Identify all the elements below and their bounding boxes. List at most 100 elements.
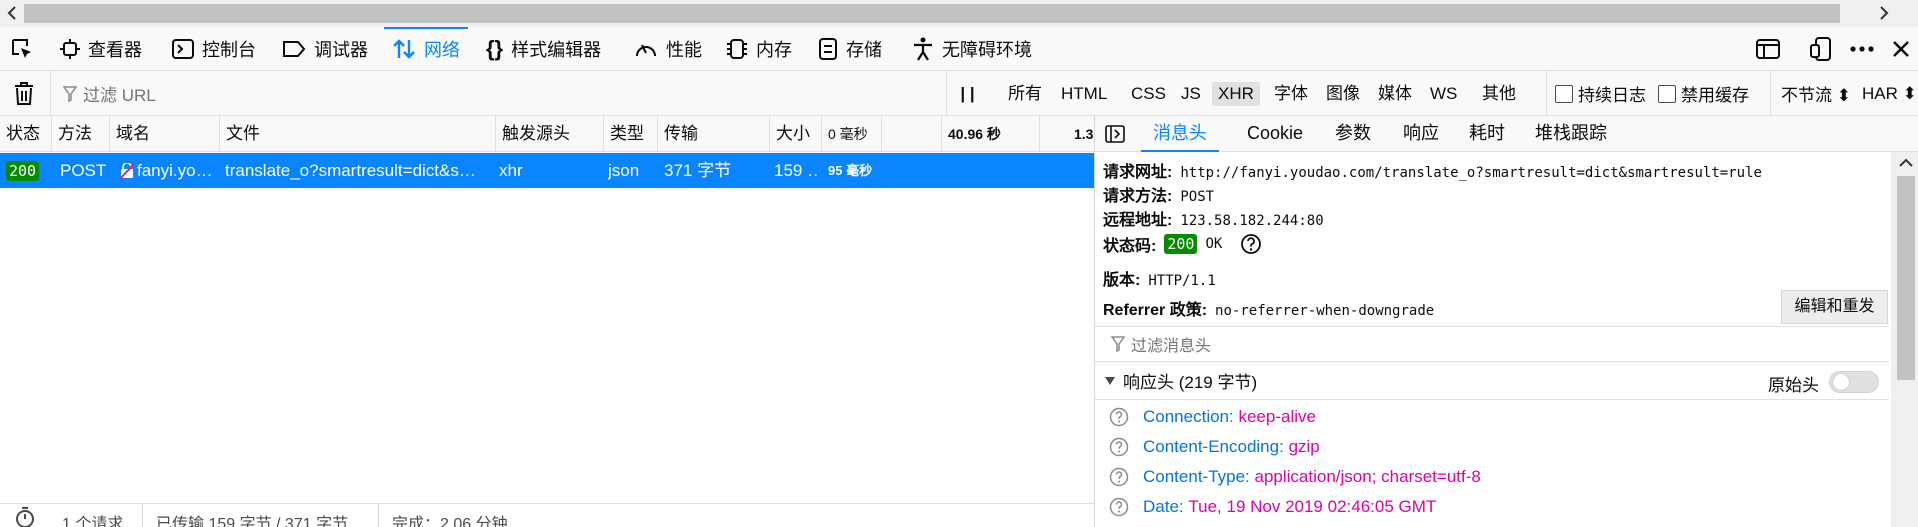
clear-requests-button[interactable] — [14, 71, 34, 116]
tab-performance[interactable]: 性能 — [634, 27, 702, 71]
request-url-label: 请求网址: — [1103, 164, 1173, 181]
help-icon[interactable] — [1109, 407, 1129, 427]
url-filter-input[interactable]: 过滤 URL — [50, 71, 940, 116]
trash-icon — [14, 81, 34, 106]
header-name: Content-Type: — [1143, 467, 1250, 486]
network-filter-bar: 过滤 URL | | 所有 HTML CSS JS XHR 字体 图像 媒体 W… — [0, 71, 1918, 116]
status-text: OK — [1205, 236, 1223, 252]
header-name: Date: — [1143, 497, 1184, 516]
element-picker-button[interactable] — [10, 27, 34, 71]
help-icon[interactable] — [1240, 233, 1262, 255]
memory-icon — [726, 37, 748, 61]
column-domain[interactable]: 域名 — [110, 116, 220, 152]
row-method: POST — [60, 161, 107, 180]
type-filter-other[interactable]: 其他 — [1476, 82, 1522, 106]
filter-icon — [1111, 336, 1125, 352]
tab-stack-trace[interactable]: 堆栈跟踪 — [1527, 116, 1615, 152]
headers-filter-input[interactable]: 过滤消息头 — [1095, 326, 1889, 362]
details-scrollbar[interactable] — [1891, 152, 1918, 527]
column-type[interactable]: 类型 — [604, 116, 658, 152]
row-domain: fanyi.yo… — [120, 153, 213, 188]
type-filter-css[interactable]: CSS — [1125, 82, 1172, 106]
scroll-right-icon[interactable] — [1874, 3, 1894, 23]
row-cause: xhr — [499, 161, 523, 180]
persist-logs-label: 持续日志 — [1578, 86, 1646, 105]
raw-headers-toggle[interactable] — [1829, 371, 1879, 393]
type-filter-all[interactable]: 所有 — [1002, 82, 1048, 106]
har-menu-button[interactable]: HAR ⬍ — [1862, 71, 1917, 116]
scroll-left-icon[interactable] — [2, 3, 22, 23]
pause-recording-button[interactable]: | | — [946, 71, 988, 116]
tab-params[interactable]: 参数 — [1327, 116, 1379, 152]
horizontal-scrollbar[interactable] — [0, 0, 1918, 27]
request-url-line: 请求网址: http://fanyi.youdao.com/translate_o… — [1103, 158, 1762, 182]
help-icon[interactable] — [1109, 467, 1129, 487]
console-icon — [172, 39, 194, 59]
finish-time: 完成：2.06 分钟 — [392, 516, 508, 527]
scrollbar-thumb[interactable] — [24, 4, 1840, 23]
har-label: HAR ⬍ — [1862, 83, 1917, 103]
tab-cookies[interactable]: Cookie — [1239, 116, 1311, 152]
more-options-button[interactable] — [1850, 27, 1874, 71]
storage-icon — [818, 37, 838, 61]
column-transferred[interactable]: 传输 — [658, 116, 770, 152]
help-icon[interactable] — [1109, 497, 1129, 517]
dock-button[interactable] — [1756, 27, 1780, 71]
accessibility-icon — [912, 37, 934, 61]
performance-icon — [634, 38, 658, 60]
header-value: Tue, 19 Nov 2019 02:46:05 GMT — [1188, 497, 1437, 516]
row-status: 200 — [6, 153, 40, 188]
tab-network[interactable]: 网络 — [384, 27, 468, 71]
tab-accessibility[interactable]: 无障碍环境 — [912, 27, 1032, 71]
stopwatch-icon[interactable] — [14, 506, 36, 527]
checkbox-box[interactable] — [1658, 84, 1676, 103]
tab-headers[interactable]: 消息头 — [1141, 116, 1219, 152]
response-headers-section[interactable]: 响应头 (219 字节) 原始头 — [1095, 362, 1889, 400]
header-value: gzip — [1288, 437, 1320, 456]
scrollbar-thumb[interactable] — [1897, 176, 1915, 380]
type-filter-js[interactable]: JS — [1175, 82, 1207, 106]
tab-storage[interactable]: 存储 — [818, 27, 882, 71]
disable-cache-checkbox[interactable]: 禁用缓存 — [1658, 71, 1749, 116]
tab-debugger[interactable]: 调试器 — [282, 27, 368, 71]
type-filter-images[interactable]: 图像 — [1320, 82, 1366, 106]
remote-address-line: 远程地址: 123.58.182.244:80 — [1103, 206, 1324, 230]
row-type: json — [608, 161, 640, 180]
row-timing: 95 毫秒 — [828, 163, 873, 178]
type-filter-html[interactable]: HTML — [1055, 82, 1113, 106]
throttling-select[interactable]: 不节流 ⬍ — [1770, 71, 1851, 116]
version-value: HTTP/1.1 — [1148, 273, 1216, 289]
tab-response[interactable]: 响应 — [1395, 116, 1447, 152]
request-row[interactable]: 200 POST fanyi.yo… translate_o?smartresu… — [0, 153, 1094, 188]
type-filter-fonts[interactable]: 字体 — [1268, 82, 1314, 106]
row-transferred: 371 字节 — [664, 161, 732, 180]
insecure-lock-icon — [120, 162, 134, 179]
responsive-design-button[interactable] — [1810, 27, 1832, 71]
row-size: 159 … — [774, 161, 820, 180]
type-filter-ws[interactable]: WS — [1424, 82, 1463, 106]
tab-memory[interactable]: 内存 — [726, 27, 792, 71]
tab-console[interactable]: 控制台 — [172, 27, 256, 71]
style-editor-icon: {} — [486, 36, 504, 61]
tab-style-editor[interactable]: {} 样式编辑器 — [486, 27, 601, 71]
column-file[interactable]: 文件 — [220, 116, 496, 152]
tab-timings[interactable]: 耗时 — [1461, 116, 1513, 152]
type-filter-media[interactable]: 媒体 — [1372, 82, 1418, 106]
edit-and-resend-button[interactable]: 编辑和重发 — [1781, 290, 1888, 324]
column-cause[interactable]: 触发源头 — [496, 116, 604, 152]
tab-label: 网络 — [424, 40, 460, 60]
type-filter-xhr[interactable]: XHR — [1212, 82, 1260, 106]
persist-logs-checkbox[interactable]: 持续日志 — [1546, 71, 1646, 116]
more-icon — [1850, 46, 1874, 52]
checkbox-box[interactable] — [1555, 84, 1573, 103]
toggle-sidebar-button[interactable] — [1105, 116, 1125, 152]
scroll-up-icon[interactable] — [1899, 158, 1913, 168]
column-method[interactable]: 方法 — [52, 116, 110, 152]
close-devtools-button[interactable] — [1892, 27, 1910, 71]
request-method-label: 请求方法: — [1103, 188, 1173, 205]
tab-inspector[interactable]: 查看器 — [60, 27, 142, 71]
help-icon[interactable] — [1109, 437, 1129, 457]
column-status[interactable]: 状态 — [0, 116, 52, 152]
devtools-toolbar: 查看器 控制台 调试器 网络 {} 样式编辑器 性能 内存 存储 无障碍环境 — [0, 27, 1918, 71]
column-size[interactable]: 大小 — [770, 116, 822, 152]
